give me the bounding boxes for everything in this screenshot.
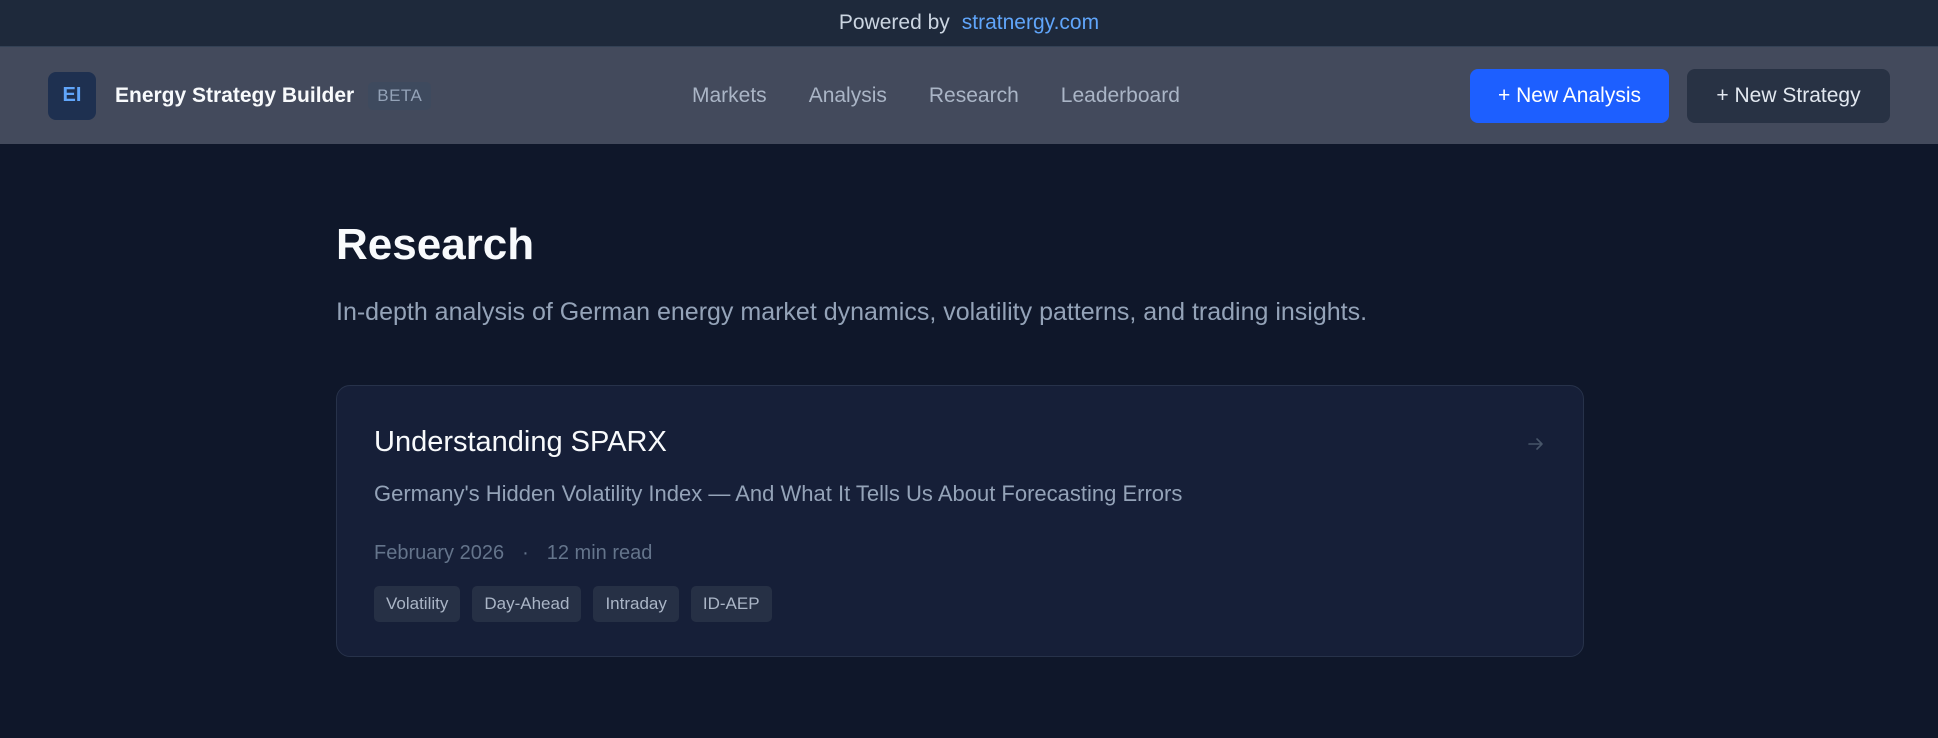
new-analysis-button[interactable]: + New Analysis — [1470, 68, 1669, 123]
stratnergy-link[interactable]: stratnergy.com — [962, 11, 1099, 35]
main-nav: Markets Analysis Research Leaderboard — [692, 47, 1222, 144]
powered-by-label: Powered by — [838, 11, 950, 34]
new-strategy-button[interactable]: + New Strategy — [1687, 68, 1890, 123]
nav-markets[interactable]: Markets — [692, 84, 767, 108]
nav-leaderboard[interactable]: Leaderboard — [1061, 84, 1180, 108]
article-subtitle: Germany's Hidden Volatility Index — And … — [374, 481, 1183, 506]
powered-by-bar: Powered by stratnergy.com — [0, 0, 1938, 47]
tag-id-aep: ID-AEP — [690, 586, 772, 622]
app-logo: EI — [48, 71, 96, 120]
arrow-right-icon[interactable] — [1526, 434, 1546, 454]
brand[interactable]: EI Energy Strategy Builder BETA — [48, 71, 432, 120]
article-title: Understanding SPARX — [374, 426, 667, 458]
nav-research[interactable]: Research — [929, 84, 1019, 108]
tag-volatility: Volatility — [374, 586, 461, 622]
app-header: EI Energy Strategy Builder BETA Markets … — [0, 47, 1938, 144]
main-content: Research In-depth analysis of German ene… — [336, 144, 1584, 657]
header-actions: + New Analysis + New Strategy — [1470, 68, 1890, 123]
article-read-time: 12 min read — [546, 542, 653, 564]
beta-badge: BETA — [368, 81, 432, 110]
app-title: Energy Strategy Builder — [115, 83, 355, 107]
page-subtitle: In-depth analysis of German energy marke… — [336, 298, 1368, 326]
tag-intraday: Intraday — [593, 586, 679, 622]
article-card[interactable]: Understanding SPARX Germany's Hidden Vol… — [336, 385, 1584, 657]
meta-separator: · — [522, 542, 529, 564]
article-tags: Volatility Day-Ahead Intraday ID-AEP — [374, 586, 1546, 622]
nav-analysis[interactable]: Analysis — [809, 84, 887, 108]
article-meta: February 2026 · 12 min read — [374, 542, 1546, 565]
tag-day-ahead: Day-Ahead — [472, 586, 582, 622]
page-title: Research — [336, 220, 535, 269]
article-date: February 2026 — [374, 542, 505, 564]
